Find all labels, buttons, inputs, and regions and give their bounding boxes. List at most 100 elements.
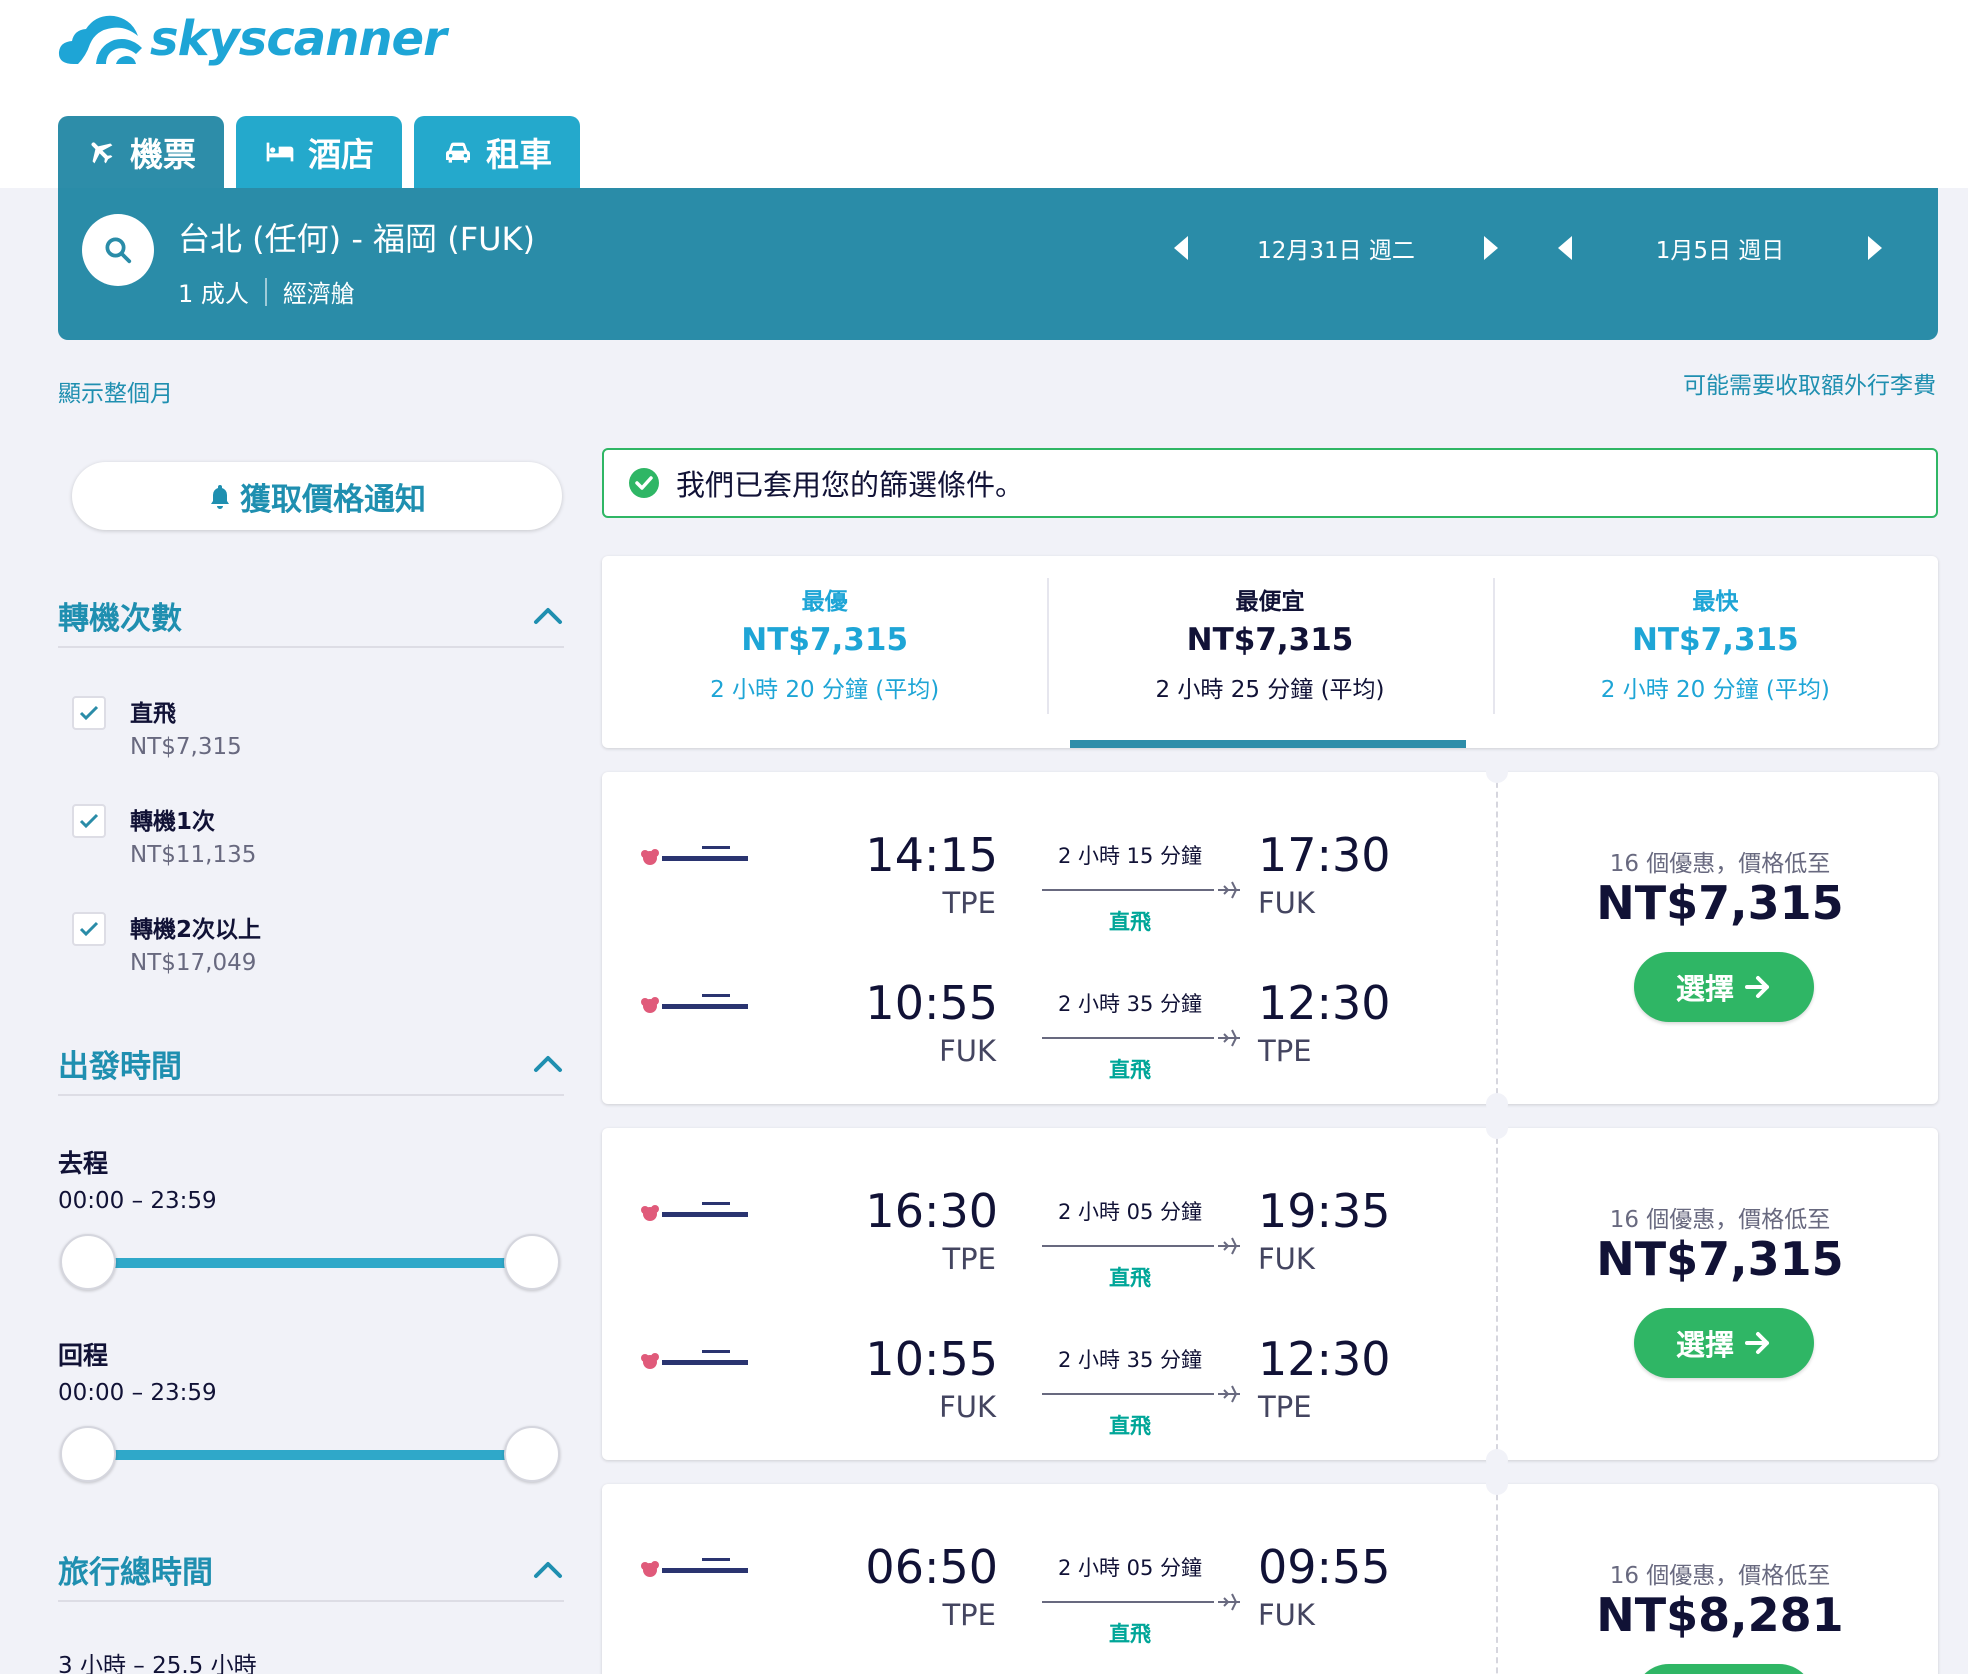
outbound-time-slider[interactable] bbox=[60, 1234, 560, 1290]
departure-time: 14:15 bbox=[865, 828, 998, 882]
departure-time: 10:55 bbox=[865, 1332, 998, 1386]
filters-applied-notice: 我們已套用您的篩選條件。 bbox=[602, 448, 1938, 518]
select-button[interactable]: 選擇 bbox=[1634, 952, 1814, 1022]
slider-handle-start[interactable] bbox=[60, 1426, 116, 1482]
flight-path-plane-icon bbox=[1042, 1385, 1240, 1403]
flight-leg-outbound: 06:50 TPE 2 小時 05 分鐘 直飛 09:55 FUK bbox=[602, 1518, 1492, 1646]
sort-tab-duration: 2 小時 20 分鐘 (平均) bbox=[1600, 677, 1830, 703]
sort-tab-fastest[interactable]: 最快 NT$7,315 2 小時 20 分鐘 (平均) bbox=[1492, 556, 1938, 748]
result-card[interactable]: 16:30 TPE 2 小時 05 分鐘 直飛 19:35 FUK 10:55 … bbox=[602, 1117, 1938, 1471]
arrival-airport: TPE bbox=[1258, 1034, 1312, 1068]
checkbox[interactable] bbox=[72, 804, 106, 838]
slider-track bbox=[88, 1450, 532, 1460]
flight-path-plane-icon bbox=[1042, 1029, 1240, 1047]
return-date[interactable]: 1月5日 週日 bbox=[1572, 231, 1868, 265]
passenger-cabin-summary[interactable]: 1 成人 經濟艙 bbox=[178, 274, 355, 309]
result-price: NT$7,315 bbox=[1596, 876, 1844, 930]
sort-tab-price: NT$7,315 bbox=[1631, 622, 1799, 658]
bell-icon bbox=[211, 485, 229, 509]
stops-filter-header[interactable]: 轉機次數 bbox=[58, 584, 564, 648]
deals-count: 16 個優惠，價格低至 bbox=[1609, 851, 1831, 877]
sort-tab-title: 最便宜 bbox=[1235, 589, 1305, 615]
tab-flights-label: 機票 bbox=[130, 135, 196, 174]
stops-option-label: 轉機1次 bbox=[130, 809, 216, 835]
flight-duration: 2 小時 35 分鐘 bbox=[1057, 1348, 1203, 1372]
china-airlines-logo bbox=[641, 1558, 748, 1577]
price-alert-label: 獲取價格通知 bbox=[240, 481, 426, 518]
route-summary[interactable]: 台北 (任何) - 福岡 (FUK) bbox=[178, 214, 535, 260]
product-tabs: 機票 酒店 租車 bbox=[58, 116, 580, 188]
china-airlines-logo bbox=[641, 994, 748, 1013]
checkmark-icon bbox=[79, 813, 99, 829]
flight-leg-return: 10:55 FUK 2 小時 35 分鐘 直飛 12:30 TPE bbox=[602, 954, 1492, 1082]
result-price: NT$8,281 bbox=[1596, 1588, 1844, 1642]
arrival-time: 17:30 bbox=[1258, 828, 1391, 882]
flight-path-plane-icon bbox=[1042, 881, 1240, 899]
return-date-picker: 1月5日 週日 bbox=[1558, 228, 1882, 268]
arrival-time: 12:30 bbox=[1258, 976, 1391, 1030]
tab-flights[interactable]: 機票 bbox=[58, 116, 224, 188]
show-whole-month-link[interactable]: 顯示整個月 bbox=[58, 374, 173, 408]
stops-label: 直飛 bbox=[1109, 1058, 1151, 1082]
passenger-count: 1 成人 bbox=[178, 280, 249, 308]
result-card[interactable]: 06:50 TPE 2 小時 05 分鐘 直飛 09:55 FUK 16 個優惠… bbox=[602, 1473, 1938, 1674]
tab-car-hire[interactable]: 租車 bbox=[414, 116, 580, 188]
baggage-fee-link[interactable]: 可能需要收取額外行李費 bbox=[1683, 366, 1936, 400]
checkmark-icon bbox=[79, 921, 99, 937]
checkbox[interactable] bbox=[72, 912, 106, 946]
prev-return-date-icon[interactable] bbox=[1558, 236, 1572, 260]
depart-date[interactable]: 12月31日 週二 bbox=[1188, 231, 1484, 265]
flight-duration: 2 小時 35 分鐘 bbox=[1057, 992, 1203, 1016]
departure-airport: FUK bbox=[939, 1390, 996, 1424]
check-circle-icon bbox=[629, 468, 659, 498]
arrival-time: 12:30 bbox=[1258, 1332, 1391, 1386]
checkbox[interactable] bbox=[72, 696, 106, 730]
arrival-airport: FUK bbox=[1258, 1242, 1315, 1276]
china-airlines-logo bbox=[641, 1202, 748, 1221]
result-price: NT$7,315 bbox=[1596, 1232, 1844, 1286]
selected-sort-indicator bbox=[1070, 740, 1466, 748]
edit-search-button[interactable] bbox=[82, 214, 154, 286]
arrival-airport: TPE bbox=[1258, 1390, 1312, 1424]
departure-time: 10:55 bbox=[865, 976, 998, 1030]
divider bbox=[1496, 1484, 1498, 1674]
departure-time: 06:50 bbox=[865, 1540, 998, 1594]
select-button[interactable]: 選擇 bbox=[1634, 1308, 1814, 1378]
next-return-date-icon[interactable] bbox=[1868, 236, 1882, 260]
tab-hotels-label: 酒店 bbox=[308, 135, 374, 174]
return-label: 回程 bbox=[58, 1341, 109, 1370]
ticket-notch bbox=[1486, 1449, 1508, 1471]
sort-tab-title: 最快 bbox=[1692, 589, 1739, 615]
chevron-up-icon bbox=[534, 608, 562, 624]
checkmark-icon bbox=[79, 705, 99, 721]
prev-depart-date-icon[interactable] bbox=[1174, 236, 1188, 260]
deals-count: 16 個優惠，價格低至 bbox=[1609, 1563, 1831, 1589]
total-duration-filter-title: 旅行總時間 bbox=[58, 1554, 213, 1591]
price-alert-button[interactable]: 獲取價格通知 bbox=[72, 462, 562, 530]
total-duration-filter-header[interactable]: 旅行總時間 bbox=[58, 1538, 564, 1602]
departure-time-filter-header[interactable]: 出發時間 bbox=[58, 1032, 564, 1096]
slider-handle-end[interactable] bbox=[504, 1426, 560, 1482]
sort-tab-duration: 2 小時 20 分鐘 (平均) bbox=[710, 677, 940, 703]
depart-date-picker: 12月31日 週二 bbox=[1174, 228, 1498, 268]
deals-count: 16 個優惠，價格低至 bbox=[1609, 1207, 1831, 1233]
stops-option-price: NT$7,315 bbox=[130, 734, 242, 760]
sort-tabs: 最優 NT$7,315 2 小時 20 分鐘 (平均) 最便宜 NT$7,315… bbox=[602, 556, 1938, 748]
search-icon bbox=[105, 237, 132, 264]
sort-tab-title: 最優 bbox=[801, 589, 848, 615]
slider-handle-start[interactable] bbox=[60, 1234, 116, 1290]
sort-tab-cheapest[interactable]: 最便宜 NT$7,315 2 小時 25 分鐘 (平均) bbox=[1047, 556, 1492, 748]
result-card[interactable]: 14:15 TPE 2 小時 15 分鐘 直飛 17:30 FUK 10:55 … bbox=[602, 761, 1938, 1115]
sort-tab-best[interactable]: 最優 NT$7,315 2 小時 20 分鐘 (平均) bbox=[602, 556, 1047, 748]
flight-leg-outbound: 14:15 TPE 2 小時 15 分鐘 直飛 17:30 FUK bbox=[602, 806, 1492, 934]
select-button[interactable]: 選擇 bbox=[1634, 1664, 1814, 1674]
total-duration-range: 3 小時 – 25.5 小時 bbox=[58, 1653, 257, 1674]
chevron-up-icon bbox=[534, 1056, 562, 1072]
next-depart-date-icon[interactable] bbox=[1484, 236, 1498, 260]
tab-hotels[interactable]: 酒店 bbox=[236, 116, 402, 188]
skyscanner-logo[interactable]: skyscanner bbox=[56, 4, 447, 74]
filters-applied-text: 我們已套用您的篩選條件。 bbox=[676, 468, 1025, 502]
slider-handle-end[interactable] bbox=[504, 1234, 560, 1290]
china-airlines-logo bbox=[641, 846, 748, 865]
return-time-slider[interactable] bbox=[60, 1426, 560, 1482]
